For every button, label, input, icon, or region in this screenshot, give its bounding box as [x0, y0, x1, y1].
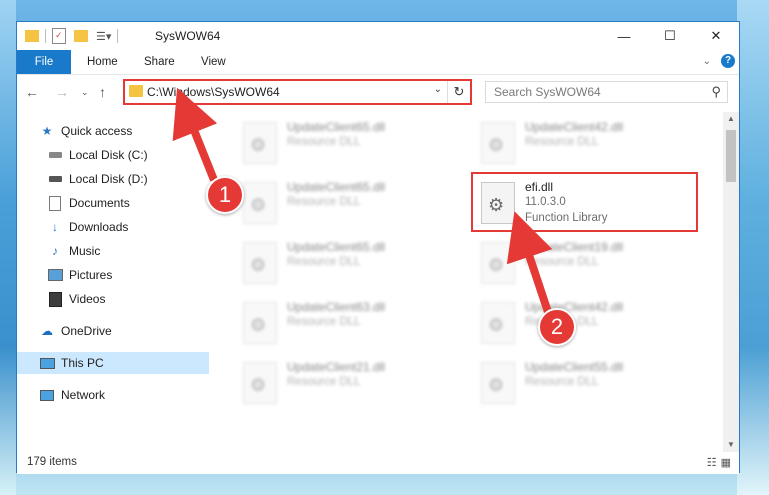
- arrow-to-address-bar: [172, 87, 218, 182]
- step-2-badge: 2: [538, 308, 576, 346]
- annotation-arrows: [172, 87, 553, 314]
- arrow-to-efi-dll: [506, 211, 553, 314]
- step-1-badge: 1: [206, 176, 244, 214]
